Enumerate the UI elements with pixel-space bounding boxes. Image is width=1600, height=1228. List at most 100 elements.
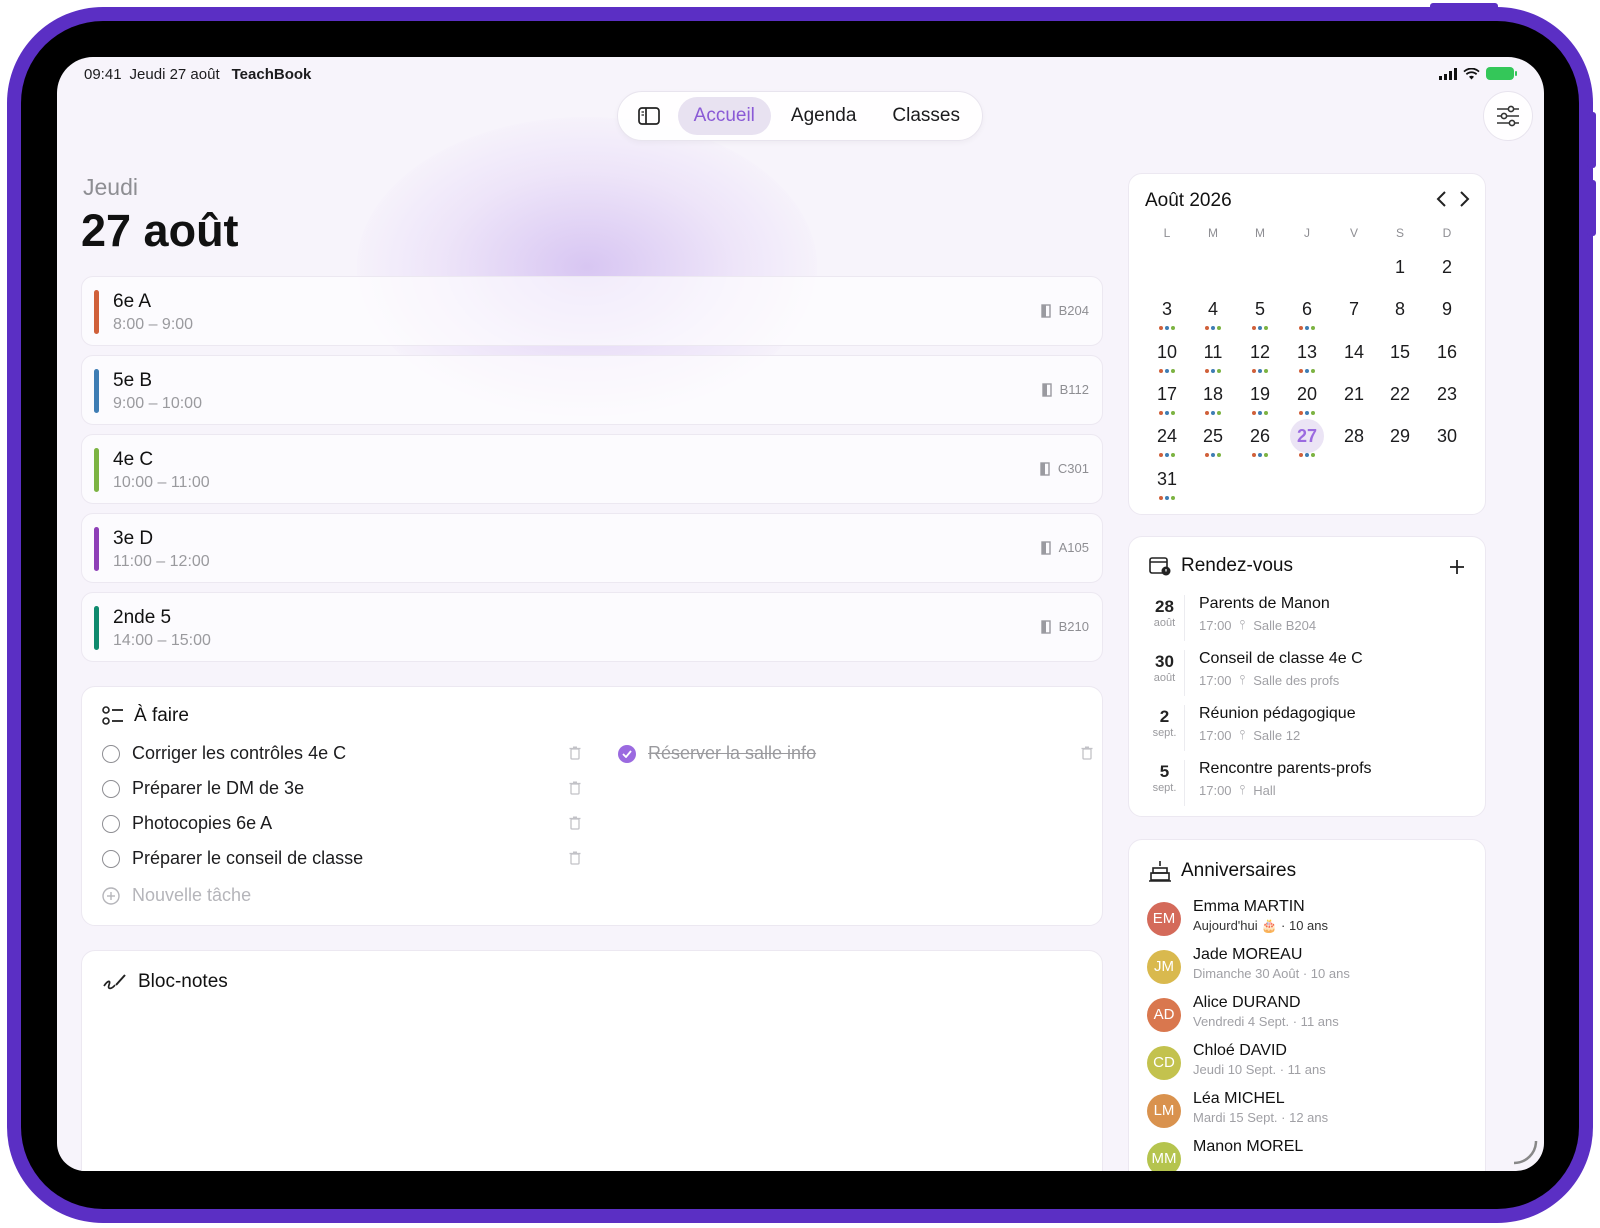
avatar: EM <box>1147 902 1181 936</box>
todo-header: À faire <box>102 705 189 727</box>
appointment-item[interactable]: 30 août Conseil de classe 4e C 17:00 ⫯ S… <box>1145 650 1475 700</box>
task-item[interactable]: Corriger les contrôles 4e C <box>102 743 346 764</box>
lesson-room-label: B112 <box>1059 382 1089 397</box>
calendar-day[interactable]: 25 <box>1196 419 1230 453</box>
tab-accueil[interactable]: Accueil <box>677 97 771 135</box>
lesson-room: B204 <box>1040 303 1089 318</box>
lesson-room: B112 <box>1041 382 1089 397</box>
appointment-month: sept. <box>1152 782 1177 794</box>
calendar-day[interactable]: 7 <box>1337 292 1371 326</box>
tab-agenda[interactable]: Agenda <box>775 97 873 135</box>
task-checkbox[interactable] <box>102 744 120 763</box>
calendar-day[interactable]: 2 <box>1430 250 1464 284</box>
calendar-day[interactable]: 20 <box>1290 377 1324 411</box>
trash-icon[interactable] <box>569 746 581 760</box>
calendar-event-dots <box>1159 368 1175 373</box>
calendar-day[interactable]: 19 <box>1243 377 1277 411</box>
lesson-time: 9:00 – 10:00 <box>113 395 202 412</box>
trash-icon[interactable] <box>569 851 581 865</box>
lesson-card[interactable]: 5e B 9:00 – 10:00 B112 <box>81 355 1103 425</box>
checkmark-icon <box>622 749 632 758</box>
appointment-item[interactable]: 2 sept. Réunion pédagogique 17:00 ⫯ Sall… <box>1145 705 1475 755</box>
lesson-card[interactable]: 6e A 8:00 – 9:00 B204 <box>81 276 1103 346</box>
trash-icon[interactable] <box>569 816 581 830</box>
task-checkbox[interactable] <box>102 814 120 833</box>
appointments-card: Rendez-vous 28 août Parents de Manon 17:… <box>1128 536 1486 817</box>
pin-icon: ⫯ <box>1239 672 1246 687</box>
appointment-title: Rencontre parents-profs <box>1199 760 1372 777</box>
calendar-day[interactable]: 9 <box>1430 292 1464 326</box>
calendar-day[interactable]: 30 <box>1430 419 1464 453</box>
appointment-month: août <box>1153 672 1176 684</box>
birthday-item[interactable]: AD Alice DURAND Vendredi 4 Sept. · 11 an… <box>1147 994 1477 1034</box>
calendar-day[interactable]: 29 <box>1383 419 1417 453</box>
new-task-placeholder: Nouvelle tâche <box>132 885 252 905</box>
calendar-day[interactable]: 5 <box>1243 292 1277 326</box>
birthday-item[interactable]: JM Jade MOREAU Dimanche 30 Août · 10 ans <box>1147 946 1477 986</box>
lesson-card[interactable]: 2nde 5 14:00 – 15:00 B210 <box>81 592 1103 662</box>
calendar-day[interactable]: 26 <box>1243 419 1277 453</box>
birthday-item[interactable]: CD Chloé DAVID Jeudi 10 Sept. · 11 ans <box>1147 1042 1477 1082</box>
appointment-date: 5 sept. <box>1145 760 1185 806</box>
plus-icon[interactable] <box>1449 559 1465 575</box>
calendar-day[interactable]: 15 <box>1383 335 1417 369</box>
chevron-left-icon[interactable] <box>1435 190 1447 208</box>
calendar-day[interactable]: 17 <box>1150 377 1184 411</box>
lesson-card[interactable]: 4e C 10:00 – 11:00 C301 <box>81 434 1103 504</box>
birthday-item[interactable]: LM Léa MICHEL Mardi 15 Sept. · 12 ans <box>1147 1090 1477 1130</box>
calendar-day[interactable]: 8 <box>1383 292 1417 326</box>
calendar-day-today[interactable]: 27 <box>1290 419 1324 454</box>
trash-icon[interactable] <box>569 781 581 795</box>
calendar-day[interactable]: 6 <box>1290 292 1324 326</box>
calendar-day[interactable]: 21 <box>1337 377 1371 411</box>
lesson-room-label: B204 <box>1058 303 1089 318</box>
lesson-card[interactable]: 3e D 11:00 – 12:00 A105 <box>81 513 1103 583</box>
calendar-day[interactable]: 12 <box>1243 335 1277 369</box>
lessons-list: 6e A 8:00 – 9:00 B204 5e B 9:00 – 10:00 … <box>81 276 1103 671</box>
lesson-time: 11:00 – 12:00 <box>113 553 210 570</box>
settings-button[interactable] <box>1483 91 1533 141</box>
person-birthday: Dimanche 30 Août · 10 ans <box>1193 966 1350 981</box>
lesson-color-bar <box>94 369 99 413</box>
sidebar-toggle-icon <box>637 107 660 125</box>
task-checkbox[interactable] <box>102 849 120 868</box>
task-item-done[interactable]: Réserver la salle info <box>618 743 816 764</box>
calendar-day[interactable]: 13 <box>1290 335 1324 369</box>
sidebar-toggle-button[interactable] <box>624 97 674 135</box>
calendar-weekday: S <box>1395 226 1404 240</box>
notes-card[interactable]: Bloc-notes <box>81 950 1103 1171</box>
calendar-month-label: Août 2026 <box>1145 190 1232 211</box>
tab-classes[interactable]: Classes <box>876 97 976 135</box>
calendar-event-dots <box>1159 326 1175 331</box>
chevron-right-icon[interactable] <box>1459 190 1471 208</box>
task-item[interactable]: Photocopies 6e A <box>102 813 272 834</box>
appointment-item[interactable]: 28 août Parents de Manon 17:00 ⫯ Salle B… <box>1145 595 1475 645</box>
new-task-input[interactable]: Nouvelle tâche <box>102 885 251 906</box>
appointment-item[interactable]: 5 sept. Rencontre parents-profs 17:00 ⫯ … <box>1145 760 1475 810</box>
task-item[interactable]: Préparer le DM de 3e <box>102 778 304 799</box>
calendar-day[interactable]: 11 <box>1196 335 1230 369</box>
door-icon <box>1040 461 1050 476</box>
task-checkbox-checked[interactable] <box>618 744 636 763</box>
lesson-time: 10:00 – 11:00 <box>113 474 210 491</box>
calendar-day[interactable]: 28 <box>1337 419 1371 453</box>
calendar-day[interactable]: 24 <box>1150 419 1184 453</box>
birthday-item[interactable]: MM Manon MOREL <box>1147 1138 1477 1171</box>
calendar-day[interactable]: 31 <box>1150 462 1184 496</box>
trash-icon[interactable] <box>1081 746 1093 760</box>
calendar-day[interactable]: 22 <box>1383 377 1417 411</box>
task-checkbox[interactable] <box>102 779 120 798</box>
appointment-day: 5 <box>1159 762 1170 781</box>
calendar-day[interactable]: 1 <box>1383 250 1417 284</box>
calendar-day[interactable]: 10 <box>1150 335 1184 369</box>
calendar-day[interactable]: 3 <box>1150 292 1184 326</box>
birthday-item[interactable]: EM Emma MARTIN Aujourd'hui 🎂 · 10 ans <box>1147 898 1477 938</box>
task-item[interactable]: Préparer le conseil de classe <box>102 848 363 869</box>
calendar-day[interactable]: 14 <box>1337 335 1371 369</box>
calendar-day[interactable]: 16 <box>1430 335 1464 369</box>
calendar-day[interactable]: 18 <box>1196 377 1230 411</box>
app-screen: 09:41 Jeudi 27 août TeachBook Accueil Ag… <box>57 57 1544 1171</box>
lesson-color-bar <box>94 606 99 650</box>
calendar-day[interactable]: 4 <box>1196 292 1230 326</box>
calendar-day[interactable]: 23 <box>1430 377 1464 411</box>
